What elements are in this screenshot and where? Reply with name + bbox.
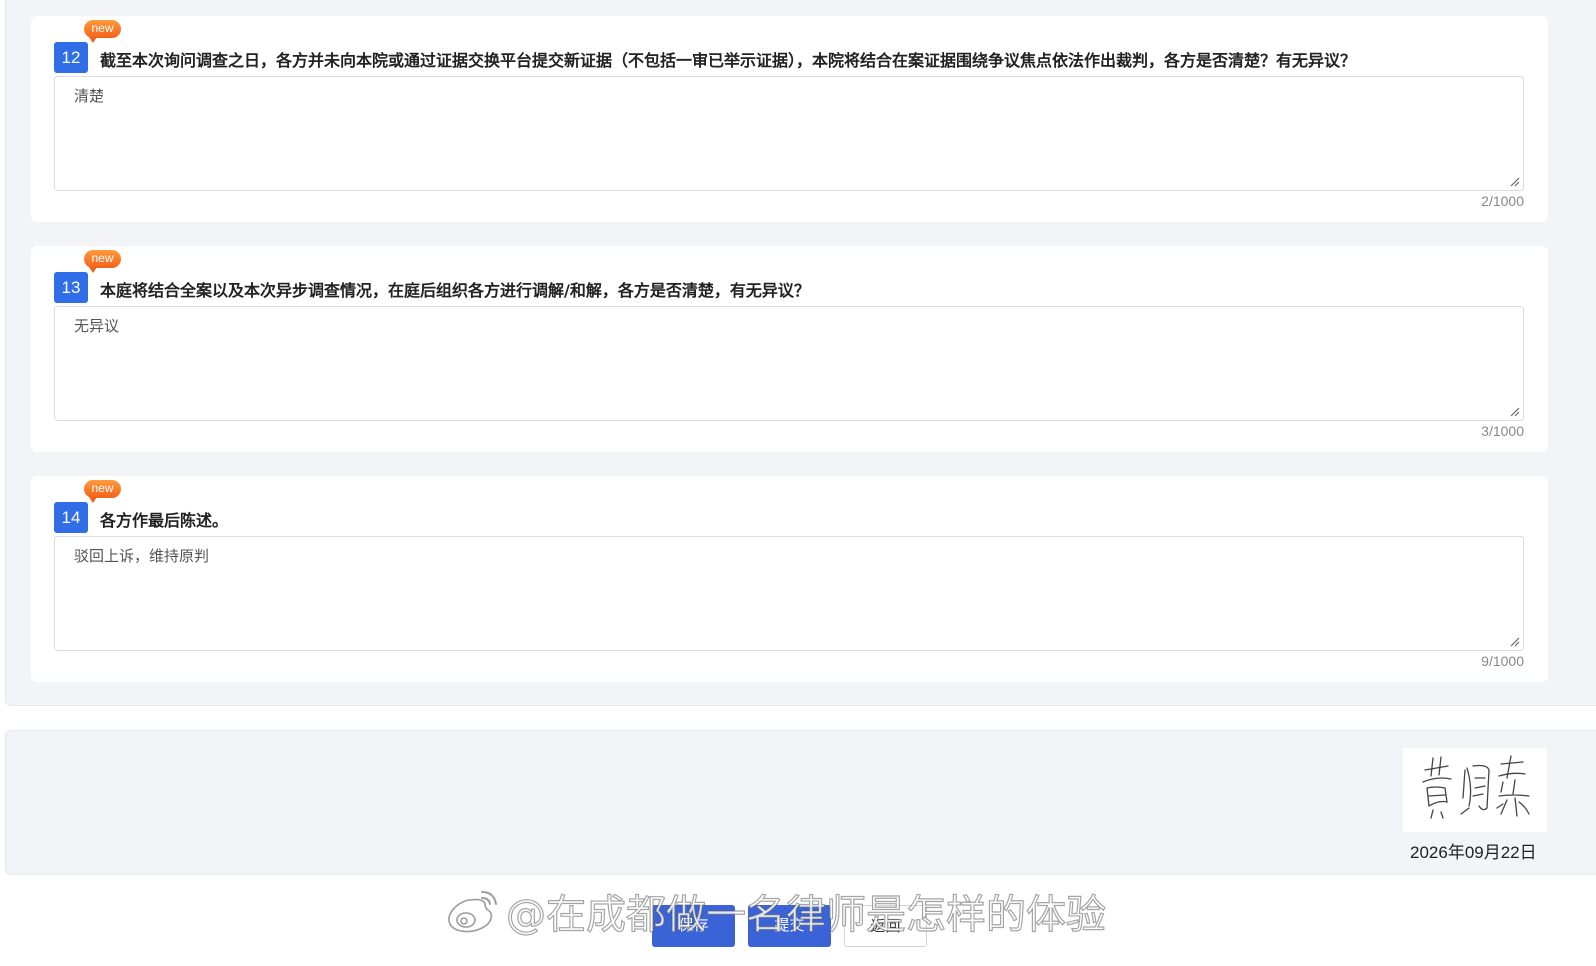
resize-handle-icon[interactable] [1508,175,1520,187]
back-button[interactable]: 返回 [844,905,927,947]
signature-panel [5,730,1596,875]
signature-image [1403,748,1547,832]
question-text: 截至本次询问调查之日，各方并未向本院或通过证据交换平台提交新证据（不包括一审已举… [100,51,1357,70]
question-number: 14 [54,502,88,533]
question-text: 本庭将结合全案以及本次异步调查情况，在庭后组织各方进行调解/和解，各方是否清楚，… [100,281,810,300]
resize-handle-icon[interactable] [1508,405,1520,417]
weibo-logo-icon [448,891,497,933]
new-badge: new [84,250,121,273]
handwritten-signature [1422,755,1530,819]
submit-button[interactable]: 提交 [748,905,831,947]
question-number: 12 [54,42,88,73]
answer-textarea[interactable]: 清楚 [54,76,1524,191]
answer-textarea[interactable]: 驳回上诉，维持原判 [54,536,1524,651]
char-count: 3/1000 [1481,423,1524,439]
char-count: 2/1000 [1481,193,1524,209]
char-count: 9/1000 [1481,653,1524,669]
answer-textarea[interactable]: 无异议 [54,306,1524,421]
question-card-14: new 14 各方作最后陈述。 驳回上诉，维持原判 9/1000 [31,476,1548,682]
new-badge: new [84,480,121,503]
question-text: 各方作最后陈述。 [100,511,229,530]
new-badge: new [84,20,121,43]
question-number: 13 [54,272,88,303]
question-card-13: new 13 本庭将结合全案以及本次异步调查情况，在庭后组织各方进行调解/和解，… [31,246,1548,452]
question-card-12: new 12 截至本次询问调查之日，各方并未向本院或通过证据交换平台提交新证据（… [31,16,1548,222]
resize-handle-icon[interactable] [1508,635,1520,647]
save-button[interactable]: 保存 [652,905,735,947]
signature-date: 2026年09月22日 [1410,843,1537,862]
